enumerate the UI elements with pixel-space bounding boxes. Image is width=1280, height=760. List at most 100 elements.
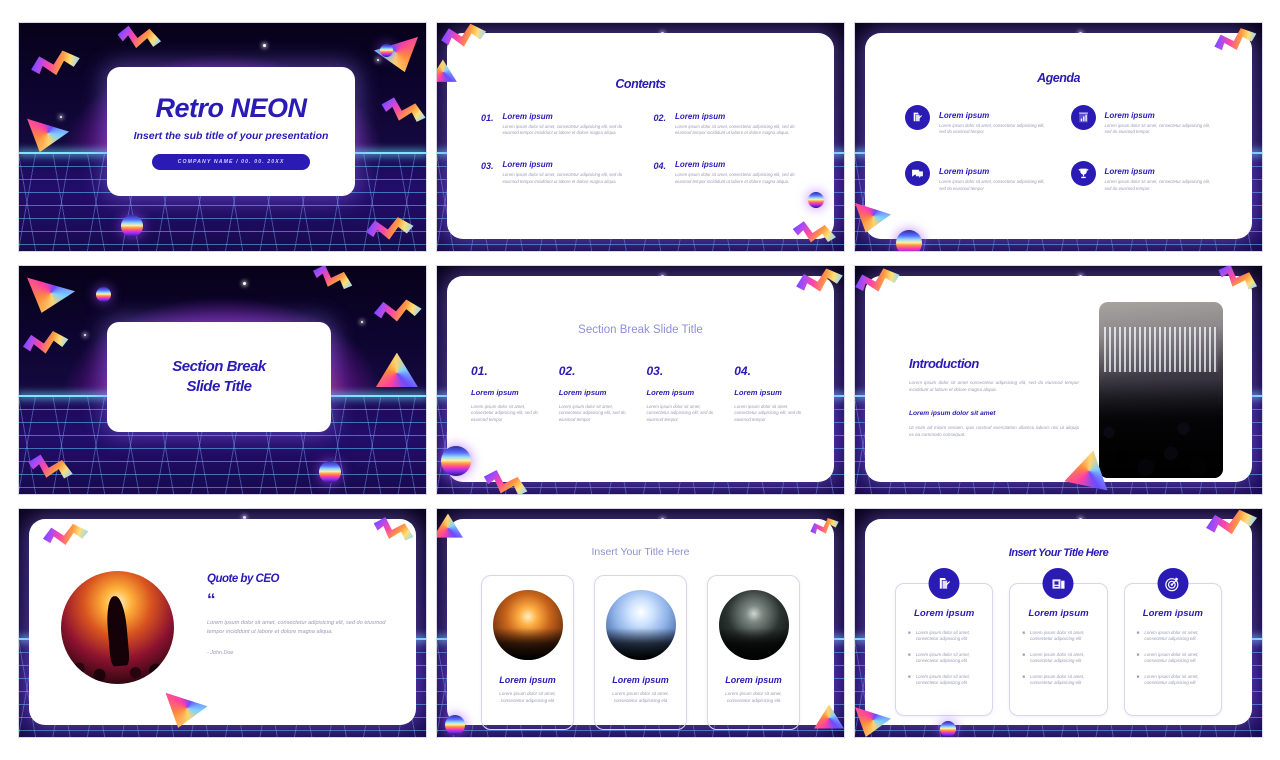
page-title: Contents xyxy=(615,77,666,91)
item-number: 03. xyxy=(481,161,494,172)
list-item[interactable]: Lorem ipsum Lorem ipsum dolor sit amet, … xyxy=(905,161,1047,191)
item-body: Lorem ipsum dolor sit amet, consectetur … xyxy=(939,179,1045,191)
slide-introduction[interactable]: Introduction Lorem ipsum dolor sit amet … xyxy=(854,265,1263,495)
page-title: Insert Your Title Here xyxy=(591,546,690,558)
target-icon xyxy=(1157,568,1189,599)
slide-section-break-detail[interactable]: Section Break Slide Title 01. Lorem ipsu… xyxy=(436,265,845,495)
list-item[interactable]: 04. Lorem ipsum Lorem ipsum dolor sit am… xyxy=(734,364,810,423)
item-body: Lorem ipsum dolor sit amet, consectetur … xyxy=(734,404,802,422)
item-heading: Lorem ipsum xyxy=(725,675,782,685)
item-bullet: Lorem ipsum dolor sit amet, consectetur … xyxy=(1144,651,1199,664)
bullet-dot-icon: ■ xyxy=(908,651,911,657)
item-number: 02. xyxy=(558,364,576,378)
section-break-card: Section Break Slide Title xyxy=(107,322,331,432)
item-body: Lorem ipsum dolor sit amet, consectetur … xyxy=(939,123,1045,135)
item-heading: Lorem ipsum xyxy=(914,608,975,619)
section-columns: 01. Lorem ipsum Lorem ipsum dolor sit am… xyxy=(471,364,810,423)
list-item[interactable]: Lorem ipsum Lorem ipsum dolor sit amet, … xyxy=(1070,161,1213,191)
slide-photo-cards[interactable]: Insert Your Title Here Lorem ipsum Lorem… xyxy=(436,508,845,738)
page-title: Agenda xyxy=(1037,71,1080,85)
item-body: Lorem ipsum dolor sit amet, consectetur … xyxy=(612,691,669,703)
list-item[interactable]: 03. Lorem ipsum Lorem ipsum dolor sit am… xyxy=(481,160,628,184)
item-bullet: Lorem ipsum dolor sit amet, consectetur … xyxy=(1144,673,1199,685)
item-body: Lorem ipsum dolor sit amet, consectetur … xyxy=(502,172,623,184)
list-item[interactable]: 04. Lorem ipsum Lorem ipsum dolor sit am… xyxy=(654,160,801,184)
item-heading: Lorem ipsum xyxy=(1104,167,1155,177)
bullet-dot-icon: ■ xyxy=(1136,673,1140,679)
list-item[interactable]: Lorem ipsum Lorem ipsum dolor sit amet, … xyxy=(481,575,574,730)
list-item[interactable]: Lorem ipsum Lorem ipsum dolor sit amet, … xyxy=(905,105,1047,135)
list-item[interactable]: 03. Lorem ipsum Lorem ipsum dolor sit am… xyxy=(647,364,723,423)
blue-stage-lights-photo xyxy=(605,590,676,660)
icon-cards-card: Insert Your Title Here Lorem ipsum ■ Lore… xyxy=(865,519,1252,725)
item-heading: Lorem ipsum xyxy=(1142,608,1203,619)
slide-cover[interactable]: Retro NEON Insert the sub title of your … xyxy=(18,22,427,252)
list-item[interactable]: 01. Lorem ipsum Lorem ipsum dolor sit am… xyxy=(481,112,628,136)
photo-cards-card: Insert Your Title Here Lorem ipsum Lorem… xyxy=(447,519,834,730)
singer-silhouette-photo xyxy=(61,571,174,684)
list-item[interactable]: 02. Lorem ipsum Lorem ipsum dolor sit am… xyxy=(654,112,801,136)
page-title: Introduction xyxy=(909,356,979,371)
item-body: Lorem ipsum dolor sit amet, consectetur … xyxy=(646,404,714,422)
slide-icon-cards[interactable]: Insert Your Title Here Lorem ipsum ■ Lore… xyxy=(854,508,1263,738)
item-heading: Lorem ipsum xyxy=(939,111,990,120)
bullet-dot-icon: ■ xyxy=(1022,673,1026,679)
item-bullet: Lorem ipsum dolor sit amet, consectetur … xyxy=(915,651,970,664)
item-number: 04. xyxy=(653,161,667,172)
list-item[interactable]: Lorem ipsum Lorem ipsum dolor sit amet, … xyxy=(707,575,800,730)
golden-concert-photo xyxy=(492,590,563,660)
section-detail-card: Section Break Slide Title 01. Lorem ipsu… xyxy=(447,276,834,482)
document-edit-icon xyxy=(928,568,960,599)
list-item[interactable]: Lorem ipsum ■ Lorem ipsum dolor sit amet,… xyxy=(895,568,994,716)
item-heading: Lorem ipsum xyxy=(734,388,782,397)
company-name-date-button[interactable]: COMPANY NAME / 00. 00. 20XX xyxy=(152,154,310,170)
introduction-card: Introduction Lorem ipsum dolor sit amet … xyxy=(865,276,1252,482)
item-heading: Lorem ipsum xyxy=(939,167,990,177)
presentation-icon xyxy=(1042,568,1074,599)
list-item[interactable]: 01. Lorem ipsum Lorem ipsum dolor sit am… xyxy=(471,364,547,423)
agenda-list: Lorem ipsum Lorem ipsum dolor sit amet, … xyxy=(905,105,1212,192)
item-number: 01. xyxy=(481,113,494,123)
item-heading: Lorem ipsum xyxy=(675,160,726,170)
contents-list: 01. Lorem ipsum Lorem ipsum dolor sit am… xyxy=(481,112,800,185)
quote-card: Quote by CEO “ Lorem ipsum dolor sit ame… xyxy=(29,519,416,725)
item-number: 02. xyxy=(653,113,667,123)
contents-card: Contents 01. Lorem ipsum Lorem ipsum dol… xyxy=(447,33,834,239)
intro-paragraph-2: Ut enim ad minim veniam, quis nostrud ex… xyxy=(909,425,1079,437)
page-title: Retro NEON xyxy=(155,93,307,123)
list-item[interactable]: Lorem ipsum Lorem ipsum dolor sit amet, … xyxy=(1070,105,1213,135)
item-body: Lorem ipsum dolor sit amet, consectetur … xyxy=(1104,123,1211,135)
list-item[interactable]: Lorem ipsum ■ Lorem ipsum dolor sit amet,… xyxy=(1009,568,1108,716)
list-item[interactable]: 02. Lorem ipsum Lorem ipsum dolor sit am… xyxy=(559,364,635,423)
item-bullet: Lorem ipsum dolor sit amet, consectetur … xyxy=(915,673,970,685)
list-item[interactable]: Lorem ipsum Lorem ipsum dolor sit amet, … xyxy=(594,575,687,730)
slide-contents[interactable]: Contents 01. Lorem ipsum Lorem ipsum dol… xyxy=(436,22,845,252)
item-body: Lorem ipsum dolor sit amet, consectetur … xyxy=(499,691,556,703)
item-heading: Lorem ipsum xyxy=(499,675,556,685)
page-title: Quote by CEO xyxy=(207,573,279,585)
item-bullet: Lorem ipsum dolor sit amet, consectetur … xyxy=(915,630,970,642)
item-heading: Lorem ipsum xyxy=(502,112,553,121)
item-heading: Lorem ipsum xyxy=(1028,608,1089,619)
item-number: 04. xyxy=(734,364,751,378)
concert-stage-photo xyxy=(1099,302,1223,478)
page-subtitle: Slide Title xyxy=(186,378,252,395)
slide-quote[interactable]: Quote by CEO “ Lorem ipsum dolor sit ame… xyxy=(18,508,427,738)
item-bullet: Lorem ipsum dolor sit amet, consectetur … xyxy=(1030,630,1085,642)
list-item[interactable]: Lorem ipsum ■ Lorem ipsum dolor sit amet,… xyxy=(1123,568,1222,716)
dark-crowd-photo xyxy=(718,590,789,660)
item-number: 01. xyxy=(471,364,488,378)
quote-author: - John Doe xyxy=(207,650,234,657)
item-heading: Lorem ipsum xyxy=(612,675,669,685)
bullet-dot-icon: ■ xyxy=(1136,630,1140,635)
chat-bubbles-icon xyxy=(905,161,930,187)
item-bullet: Lorem ipsum dolor sit amet, consectetur … xyxy=(1030,651,1085,664)
item-number: 03. xyxy=(646,364,664,378)
item-heading: Lorem ipsum xyxy=(1104,111,1155,120)
introduction-text-block: Introduction Lorem ipsum dolor sit amet … xyxy=(909,356,1079,439)
bullet-dot-icon: ■ xyxy=(1136,651,1140,657)
slide-agenda[interactable]: Agenda Lorem ipsum Lorem ipsum dolor sit… xyxy=(854,22,1263,252)
item-bullet: Lorem ipsum dolor sit amet, consectetur … xyxy=(1030,673,1085,685)
item-heading: Lorem ipsum xyxy=(646,388,695,397)
slide-section-break-cover[interactable]: Section Break Slide Title xyxy=(18,265,427,495)
